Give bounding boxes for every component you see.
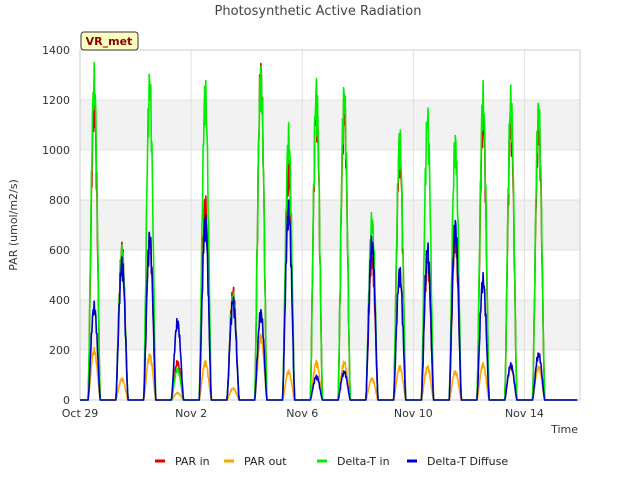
legend-label: PAR in <box>175 455 210 468</box>
background-band <box>80 150 580 200</box>
y-tick-label: 800 <box>49 194 70 207</box>
y-tick-label: 1200 <box>42 94 70 107</box>
y-axis: 0 200 400 600 800 1000 1200 1400 <box>42 44 70 407</box>
y-tick-label: 200 <box>49 344 70 357</box>
background-band <box>80 50 580 100</box>
background-band <box>80 250 580 300</box>
background-band <box>80 100 580 150</box>
legend-label: Delta-T Diffuse <box>427 455 508 468</box>
chart: 0 200 400 600 800 1000 1200 1400 Oct 29 Nov 2 Nov… <box>7 4 581 468</box>
background-band <box>80 200 580 250</box>
x-tick-label: Nov 10 <box>394 407 433 420</box>
x-axis-label: Time <box>550 423 578 436</box>
site-label-badge: VR_met <box>80 31 139 51</box>
x-tick-label: Nov 2 <box>175 407 207 420</box>
legend: PAR in PAR out Delta-T in Delta-T Diffuse <box>155 455 508 468</box>
legend-label: Delta-T in <box>337 455 390 468</box>
y-tick-label: 0 <box>63 394 70 407</box>
y-axis-label: PAR (umol/m2/s) <box>7 179 20 271</box>
site-label: VR_met <box>86 35 133 48</box>
x-axis: Oct 29 Nov 2 Nov 6 Nov 10 Nov 14 <box>62 407 544 420</box>
x-tick-label: Nov 6 <box>286 407 318 420</box>
chart-title: Photosynthetic Active Radiation <box>215 4 422 19</box>
y-tick-label: 1400 <box>42 44 70 57</box>
y-tick-label: 600 <box>49 244 70 257</box>
x-tick-label: Nov 14 <box>505 407 544 420</box>
y-tick-label: 1000 <box>42 144 70 157</box>
y-tick-label: 400 <box>49 294 70 307</box>
x-tick-label: Oct 29 <box>62 407 99 420</box>
legend-label: PAR out <box>244 455 287 468</box>
